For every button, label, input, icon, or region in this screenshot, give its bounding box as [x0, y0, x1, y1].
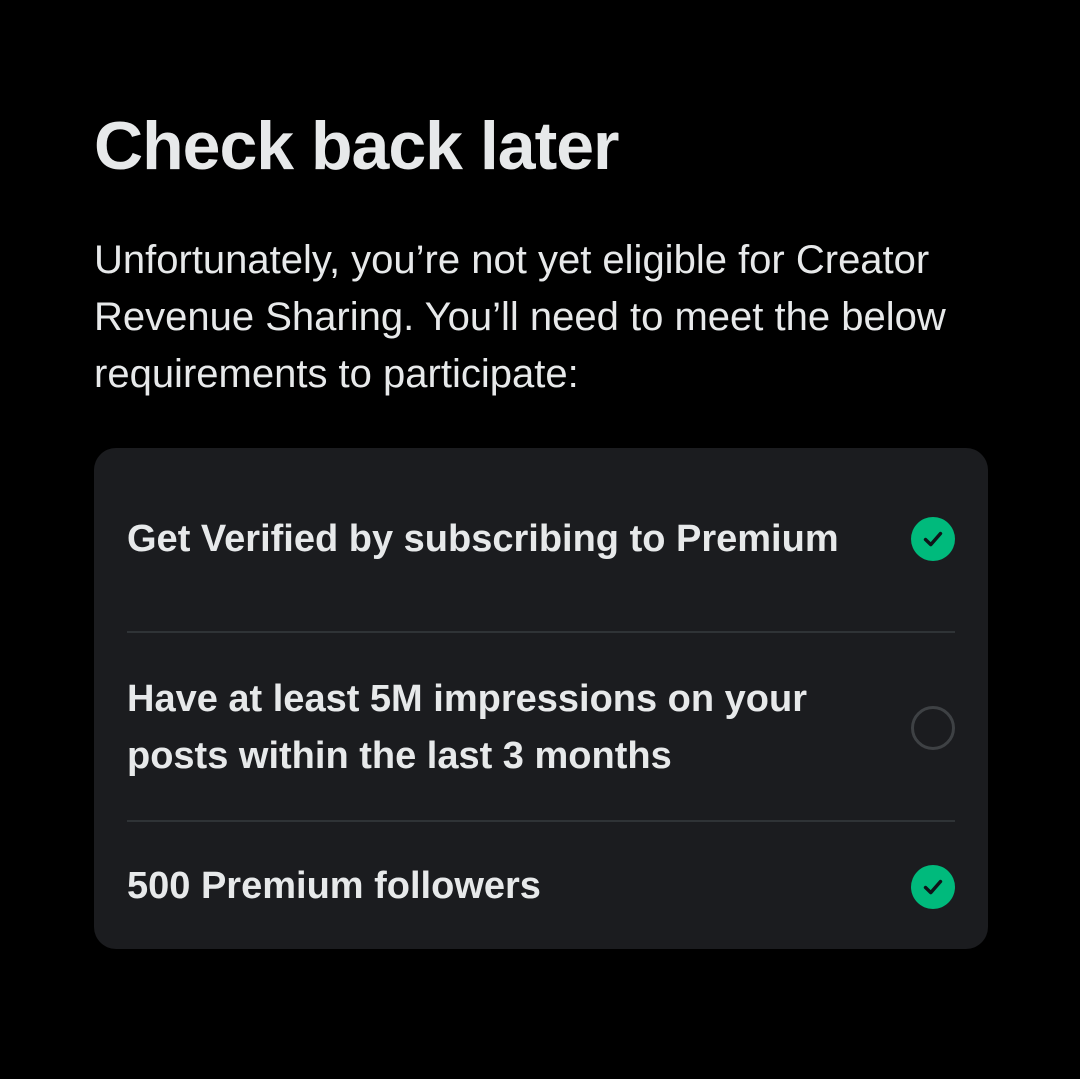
- check-circle-icon: [911, 517, 955, 561]
- requirement-item-impressions: Have at least 5M impressions on your pos…: [127, 669, 955, 787]
- requirement-label: 500 Premium followers: [127, 865, 541, 907]
- divider: [127, 631, 955, 633]
- requirement-item-followers: 500 Premium followers: [127, 858, 955, 915]
- divider: [127, 820, 955, 822]
- requirement-item-verified: Get Verified by subscribing to Premium: [127, 480, 955, 598]
- check-circle-icon: [911, 864, 955, 909]
- requirements-card: Get Verified by subscribing to Premium H…: [94, 448, 988, 949]
- eligibility-description: Unfortunately, you’re not yet eligible f…: [94, 238, 946, 396]
- requirement-label: Have at least 5M impressions on your pos…: [127, 678, 808, 777]
- empty-circle-icon: [911, 706, 955, 750]
- page-title: Check back later: [94, 108, 620, 184]
- requirement-label: Get Verified by subscribing to Premium: [127, 517, 839, 560]
